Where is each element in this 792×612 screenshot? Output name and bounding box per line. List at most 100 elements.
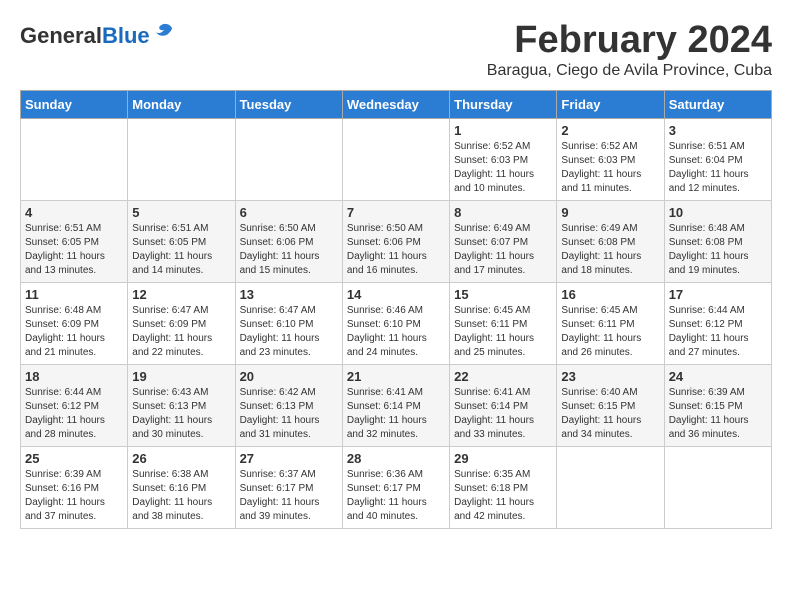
day-info: Sunrise: 6:49 AM Sunset: 6:07 PM Dayligh… <box>454 222 552 278</box>
day-number: 20 <box>240 369 338 384</box>
day-number: 27 <box>240 451 338 466</box>
day-info: Sunrise: 6:46 AM Sunset: 6:10 PM Dayligh… <box>347 304 445 360</box>
day-number: 22 <box>454 369 552 384</box>
calendar-week-row: 18Sunrise: 6:44 AM Sunset: 6:12 PM Dayli… <box>21 364 772 446</box>
day-number: 17 <box>669 287 767 302</box>
calendar-subtitle: Baragua, Ciego de Avila Province, Cuba <box>487 62 772 80</box>
calendar-cell: 18Sunrise: 6:44 AM Sunset: 6:12 PM Dayli… <box>21 364 128 446</box>
day-info: Sunrise: 6:52 AM Sunset: 6:03 PM Dayligh… <box>454 140 552 196</box>
calendar-header-row: SundayMondayTuesdayWednesdayThursdayFrid… <box>21 90 772 118</box>
day-info: Sunrise: 6:42 AM Sunset: 6:13 PM Dayligh… <box>240 386 338 442</box>
day-number: 10 <box>669 205 767 220</box>
calendar-cell: 2Sunrise: 6:52 AM Sunset: 6:03 PM Daylig… <box>557 118 664 200</box>
day-number: 12 <box>132 287 230 302</box>
day-info: Sunrise: 6:51 AM Sunset: 6:05 PM Dayligh… <box>132 222 230 278</box>
header-friday: Friday <box>557 90 664 118</box>
day-number: 8 <box>454 205 552 220</box>
day-info: Sunrise: 6:45 AM Sunset: 6:11 PM Dayligh… <box>561 304 659 360</box>
day-number: 11 <box>25 287 123 302</box>
calendar-cell: 13 Sunrise: 6:47 AM Sunset: 6:10 PM Dayli… <box>235 282 342 364</box>
calendar-title: February 2024 <box>487 20 772 62</box>
day-number: 13 <box>240 287 338 302</box>
calendar-cell <box>557 446 664 528</box>
calendar-week-row: 1 Sunrise: 6:52 AM Sunset: 6:03 PM Daylig… <box>21 118 772 200</box>
day-info: Sunrise: 6:37 AM Sunset: 6:17 PM Dayligh… <box>240 468 338 524</box>
day-info: Sunrise: 6:39 AM Sunset: 6:16 PM Dayligh… <box>25 468 123 524</box>
day-info: Sunrise: 6:52 AM Sunset: 6:03 PM Dayligh… <box>561 140 659 196</box>
day-number: 29 <box>454 451 552 466</box>
page-header: GeneralBlue February 2024 Baragua, Ciego… <box>20 20 772 80</box>
calendar-cell: 6 Sunrise: 6:50 AM Sunset: 6:06 PM Daylig… <box>235 200 342 282</box>
day-info: Sunrise: 6:44 AM Sunset: 6:12 PM Dayligh… <box>669 304 767 360</box>
day-number: 21 <box>347 369 445 384</box>
calendar-cell: 26 Sunrise: 6:38 AM Sunset: 6:16 PM Dayli… <box>128 446 235 528</box>
day-info: Sunrise: 6:43 AM Sunset: 6:13 PM Dayligh… <box>132 386 230 442</box>
calendar-cell <box>664 446 771 528</box>
header-tuesday: Tuesday <box>235 90 342 118</box>
day-info: Sunrise: 6:41 AM Sunset: 6:14 PM Dayligh… <box>454 386 552 442</box>
calendar-week-row: 11Sunrise: 6:48 AM Sunset: 6:09 PM Dayli… <box>21 282 772 364</box>
calendar-cell: 9 Sunrise: 6:49 AM Sunset: 6:08 PM Daylig… <box>557 200 664 282</box>
calendar-cell: 17 Sunrise: 6:44 AM Sunset: 6:12 PM Dayli… <box>664 282 771 364</box>
calendar-cell: 11Sunrise: 6:48 AM Sunset: 6:09 PM Dayli… <box>21 282 128 364</box>
calendar-cell: 4 Sunrise: 6:51 AM Sunset: 6:05 PM Daylig… <box>21 200 128 282</box>
calendar-table: SundayMondayTuesdayWednesdayThursdayFrid… <box>20 90 772 529</box>
header-wednesday: Wednesday <box>342 90 449 118</box>
day-info: Sunrise: 6:47 AM Sunset: 6:10 PM Dayligh… <box>240 304 338 360</box>
day-info: Sunrise: 6:45 AM Sunset: 6:11 PM Dayligh… <box>454 304 552 360</box>
day-info: Sunrise: 6:51 AM Sunset: 6:05 PM Dayligh… <box>25 222 123 278</box>
day-number: 26 <box>132 451 230 466</box>
day-number: 15 <box>454 287 552 302</box>
day-number: 23 <box>561 369 659 384</box>
calendar-cell: 19 Sunrise: 6:43 AM Sunset: 6:13 PM Dayli… <box>128 364 235 446</box>
calendar-cell: 3Sunrise: 6:51 AM Sunset: 6:04 PM Daylig… <box>664 118 771 200</box>
day-number: 6 <box>240 205 338 220</box>
calendar-cell: 27 Sunrise: 6:37 AM Sunset: 6:17 PM Dayli… <box>235 446 342 528</box>
calendar-week-row: 25 Sunrise: 6:39 AM Sunset: 6:16 PM Dayli… <box>21 446 772 528</box>
calendar-week-row: 4 Sunrise: 6:51 AM Sunset: 6:05 PM Daylig… <box>21 200 772 282</box>
calendar-cell: 21 Sunrise: 6:41 AM Sunset: 6:14 PM Dayli… <box>342 364 449 446</box>
day-info: Sunrise: 6:50 AM Sunset: 6:06 PM Dayligh… <box>240 222 338 278</box>
day-info: Sunrise: 6:47 AM Sunset: 6:09 PM Dayligh… <box>132 304 230 360</box>
day-number: 19 <box>132 369 230 384</box>
day-info: Sunrise: 6:44 AM Sunset: 6:12 PM Dayligh… <box>25 386 123 442</box>
day-number: 4 <box>25 205 123 220</box>
calendar-cell <box>128 118 235 200</box>
calendar-cell: 7 Sunrise: 6:50 AM Sunset: 6:06 PM Daylig… <box>342 200 449 282</box>
calendar-cell: 22 Sunrise: 6:41 AM Sunset: 6:14 PM Dayli… <box>450 364 557 446</box>
title-section: February 2024 Baragua, Ciego de Avila Pr… <box>487 20 772 80</box>
day-info: Sunrise: 6:49 AM Sunset: 6:08 PM Dayligh… <box>561 222 659 278</box>
day-info: Sunrise: 6:36 AM Sunset: 6:17 PM Dayligh… <box>347 468 445 524</box>
header-monday: Monday <box>128 90 235 118</box>
calendar-cell <box>342 118 449 200</box>
calendar-cell: 25 Sunrise: 6:39 AM Sunset: 6:16 PM Dayli… <box>21 446 128 528</box>
day-number: 9 <box>561 205 659 220</box>
day-info: Sunrise: 6:38 AM Sunset: 6:16 PM Dayligh… <box>132 468 230 524</box>
calendar-cell: 20 Sunrise: 6:42 AM Sunset: 6:13 PM Dayli… <box>235 364 342 446</box>
calendar-cell: 24Sunrise: 6:39 AM Sunset: 6:15 PM Dayli… <box>664 364 771 446</box>
day-number: 5 <box>132 205 230 220</box>
day-number: 16 <box>561 287 659 302</box>
calendar-cell: 1 Sunrise: 6:52 AM Sunset: 6:03 PM Daylig… <box>450 118 557 200</box>
calendar-cell: 28 Sunrise: 6:36 AM Sunset: 6:17 PM Dayli… <box>342 446 449 528</box>
calendar-cell: 14Sunrise: 6:46 AM Sunset: 6:10 PM Dayli… <box>342 282 449 364</box>
day-number: 28 <box>347 451 445 466</box>
header-saturday: Saturday <box>664 90 771 118</box>
day-number: 25 <box>25 451 123 466</box>
day-info: Sunrise: 6:48 AM Sunset: 6:08 PM Dayligh… <box>669 222 767 278</box>
logo: GeneralBlue <box>20 20 176 52</box>
day-info: Sunrise: 6:50 AM Sunset: 6:06 PM Dayligh… <box>347 222 445 278</box>
day-info: Sunrise: 6:51 AM Sunset: 6:04 PM Dayligh… <box>669 140 767 196</box>
day-info: Sunrise: 6:35 AM Sunset: 6:18 PM Dayligh… <box>454 468 552 524</box>
calendar-cell <box>21 118 128 200</box>
logo-text: GeneralBlue <box>20 24 150 48</box>
header-sunday: Sunday <box>21 90 128 118</box>
calendar-cell: 8 Sunrise: 6:49 AM Sunset: 6:07 PM Daylig… <box>450 200 557 282</box>
calendar-cell: 15 Sunrise: 6:45 AM Sunset: 6:11 PM Dayli… <box>450 282 557 364</box>
calendar-cell: 29 Sunrise: 6:35 AM Sunset: 6:18 PM Dayli… <box>450 446 557 528</box>
calendar-cell: 23Sunrise: 6:40 AM Sunset: 6:15 PM Dayli… <box>557 364 664 446</box>
day-number: 1 <box>454 123 552 138</box>
day-info: Sunrise: 6:41 AM Sunset: 6:14 PM Dayligh… <box>347 386 445 442</box>
logo-bird-icon <box>152 20 176 44</box>
day-number: 7 <box>347 205 445 220</box>
